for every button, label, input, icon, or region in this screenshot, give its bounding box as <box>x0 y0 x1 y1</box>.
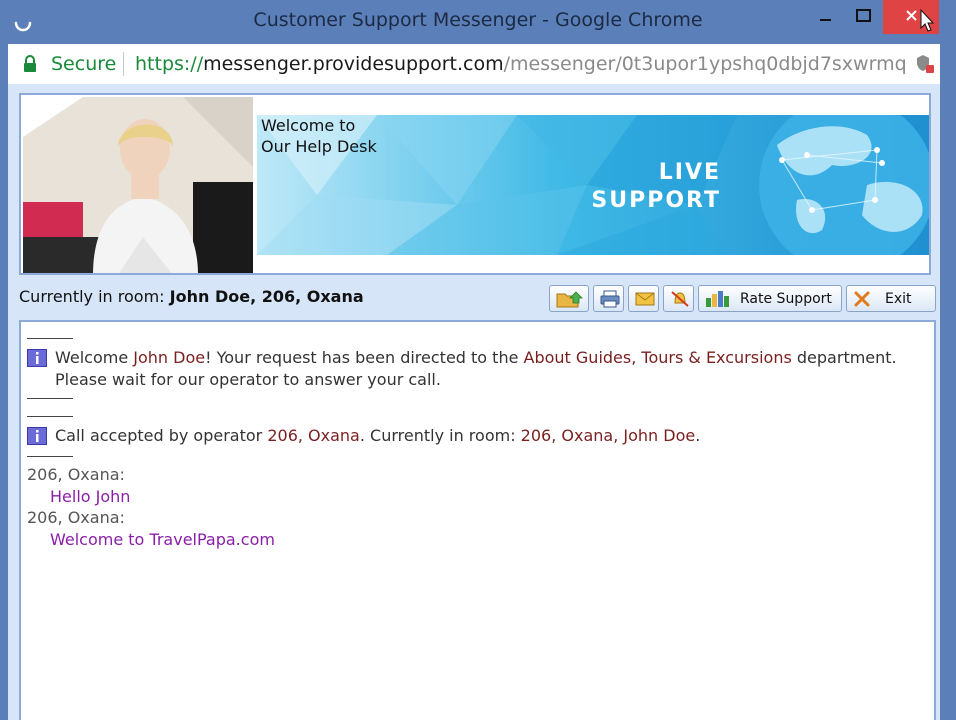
header-banner: Welcome to Our Help Desk LIVE SUPPORT <box>19 93 931 275</box>
lock-icon <box>24 55 36 72</box>
window-titlebar: Customer Support Messenger - Google Chro… <box>0 0 956 44</box>
room-status: Currently in room: John Doe, 206, Oxana <box>19 287 364 306</box>
live-support-label: LIVE SUPPORT <box>581 159 721 215</box>
message-sender: 206, Oxana: <box>27 465 125 484</box>
system-message-welcome-text: Welcome John Doe! Your request has been … <box>55 347 907 391</box>
message-text: Hello John <box>50 487 131 506</box>
live-label: LIVE <box>658 160 721 185</box>
message-sender: 206, Oxana: <box>27 508 125 527</box>
url-separator <box>123 52 124 76</box>
print-button[interactable] <box>593 285 624 312</box>
messenger-page: Welcome to Our Help Desk LIVE SUPPORT Cu… <box>8 84 940 720</box>
divider <box>27 338 73 339</box>
close-button[interactable] <box>883 0 939 34</box>
welcome-line-2: Our Help Desk <box>261 137 377 156</box>
email-transcript-button[interactable] <box>628 285 659 312</box>
msg-text: Call accepted by operator <box>55 426 268 445</box>
visitor-name: John Doe <box>133 348 206 367</box>
url-scheme: https:// <box>135 53 204 75</box>
msg-text: . Currently in room: <box>359 426 521 445</box>
info-icon <box>27 349 47 367</box>
printer-icon <box>600 290 620 308</box>
secure-label: Secure <box>51 53 117 75</box>
envelope-icon <box>635 292 655 306</box>
msg-text: Welcome <box>55 348 134 367</box>
welcome-heading: Welcome to Our Help Desk <box>261 115 377 157</box>
site-settings-icon[interactable] <box>915 53 935 75</box>
support-label: SUPPORT <box>591 188 721 213</box>
url-text[interactable]: https://messenger.providesupport.com/mes… <box>135 53 907 75</box>
welcome-line-1: Welcome to <box>261 116 356 135</box>
system-message-accepted-text: Call accepted by operator 206, Oxana. Cu… <box>55 425 907 447</box>
exit-button[interactable]: Exit <box>846 285 936 312</box>
send-file-button[interactable] <box>549 285 589 312</box>
operator-name: 206, Oxana <box>267 426 360 445</box>
system-message-welcome: Welcome John Doe! Your request has been … <box>27 347 907 391</box>
msg-text: ! Your request has been directed to the <box>205 348 524 367</box>
department-name: About Guides, Tours & Excursions <box>523 348 792 367</box>
room-participants: John Doe, 206, Oxana <box>169 287 364 306</box>
support-agent-photo <box>23 97 253 273</box>
info-icon <box>27 427 47 445</box>
minimize-icon <box>820 19 831 21</box>
close-x-icon <box>854 291 870 307</box>
url-host: messenger.providesupport.com <box>203 53 504 75</box>
msg-text: . <box>695 426 701 445</box>
close-icon <box>906 8 935 32</box>
folder-upload-icon <box>556 291 583 308</box>
minimize-button[interactable] <box>805 0 845 34</box>
divider <box>27 456 73 457</box>
rate-support-button[interactable]: Rate Support <box>698 285 842 312</box>
divider <box>27 398 73 399</box>
bell-mute-icon <box>671 291 689 307</box>
maximize-button[interactable] <box>845 0 883 34</box>
divider <box>27 416 73 417</box>
chat-transcript: Welcome John Doe! Your request has been … <box>19 320 936 720</box>
exit-label: Exit <box>885 291 912 307</box>
system-message-accepted: Call accepted by operator 206, Oxana. Cu… <box>27 425 907 447</box>
address-bar[interactable]: Secure https://messenger.providesupport.… <box>8 44 940 84</box>
rate-support-label: Rate Support <box>740 291 832 307</box>
rating-bars-icon <box>706 291 729 307</box>
message-text: Welcome to TravelPapa.com <box>50 530 275 549</box>
room-members: 206, Oxana, John Doe <box>520 426 696 445</box>
url-path: /messenger/0t3upor1ypshq0dbjd7sxwrmq1.ht… <box>503 53 907 75</box>
sound-toggle-button[interactable] <box>663 285 694 312</box>
maximize-icon <box>856 9 871 22</box>
room-label: Currently in room: <box>19 287 165 306</box>
